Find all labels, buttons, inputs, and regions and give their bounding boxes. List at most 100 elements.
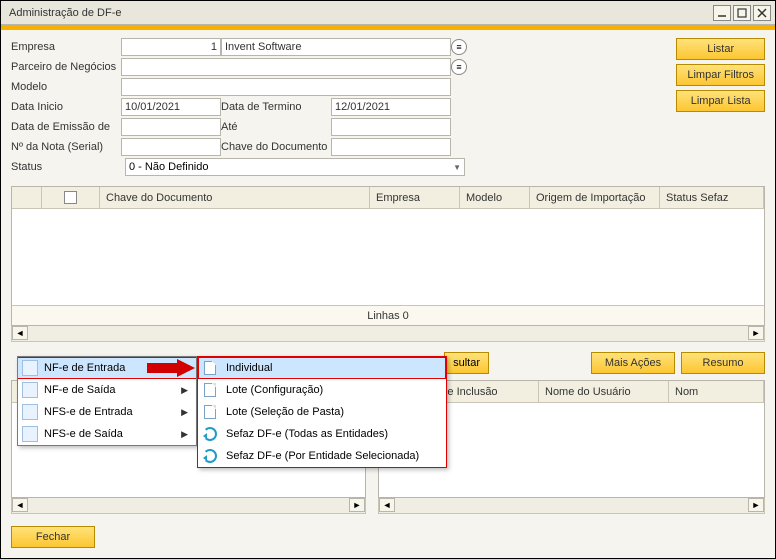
data-termino-label: Data de Termino (221, 99, 331, 115)
lower-left-hscroll[interactable]: ◄ ► (11, 498, 366, 514)
menu-item-label: NFS-e de Entrada (44, 406, 133, 418)
scroll-right-icon[interactable]: ► (349, 498, 365, 512)
scroll-right-icon[interactable]: ► (748, 326, 764, 340)
menu-item-nfse-saida[interactable]: NFS-e de Saída ▶ (18, 423, 196, 445)
menu-item-label: NF-e de Entrada (44, 362, 125, 374)
scroll-left-icon[interactable]: ◄ (12, 498, 28, 512)
main-grid-footer: Linhas 0 (12, 305, 764, 325)
parceiro-lookup-icon[interactable]: ≡ (451, 59, 467, 75)
limpar-filtros-button[interactable]: Limpar Filtros (676, 64, 765, 86)
minimize-icon (717, 8, 727, 18)
status-label: Status (11, 159, 121, 175)
data-inicio-field[interactable]: 10/01/2021 (121, 98, 221, 116)
main-grid: Chave do Documento Empresa Modelo Origem… (11, 186, 765, 326)
main-grid-hscroll[interactable]: ◄ ► (11, 326, 765, 342)
ate-field[interactable] (331, 118, 451, 136)
empresa-name-field[interactable]: Invent Software (221, 38, 451, 56)
resumo-button[interactable]: Resumo (681, 352, 765, 374)
submenu-item-lote-pasta[interactable]: Lote (Seleção de Pasta) (198, 401, 446, 423)
chevron-down-icon: ▼ (453, 163, 461, 172)
menu-item-label: NF-e de Saída (44, 384, 116, 396)
content-area: Empresa 1 Invent Software ≡ Parceiro de … (1, 30, 775, 558)
status-dropdown[interactable]: 0 - Não Definido ▼ (125, 158, 465, 176)
data-inicio-label: Data Inicio (11, 99, 121, 115)
window-controls (713, 5, 771, 21)
col-nome-usuario[interactable]: Nome do Usuário (539, 381, 669, 402)
submenu-item-label: Sefaz DF-e (Por Entidade Selecionada) (226, 450, 419, 462)
col-nome-partial[interactable]: Nom (669, 381, 764, 402)
col-origem[interactable]: Origem de Importação (530, 187, 660, 208)
data-emissao-label: Data de Emissão de (11, 119, 121, 135)
titlebar: Administração de DF-e (1, 1, 775, 25)
submenu-item-label: Individual (226, 362, 272, 374)
status-value: 0 - Não Definido (129, 161, 209, 173)
filter-form: Empresa 1 Invent Software ≡ Parceiro de … (11, 38, 491, 176)
document-out-icon (22, 382, 38, 398)
submenu-item-individual[interactable]: Individual (198, 357, 446, 379)
submenu-item-label: Lote (Seleção de Pasta) (226, 406, 344, 418)
menu-item-nfe-saida[interactable]: NF-e de Saída ▶ (18, 379, 196, 401)
main-grid-header: Chave do Documento Empresa Modelo Origem… (12, 187, 764, 209)
footer-area: Fechar (11, 526, 95, 548)
submenu-item-lote-config[interactable]: Lote (Configuração) (198, 379, 446, 401)
lower-right-hscroll[interactable]: ◄ ► (378, 498, 765, 514)
col-status-sefaz[interactable]: Status Sefaz (660, 187, 764, 208)
checkbox-header[interactable] (42, 187, 100, 208)
menu-item-nfse-entrada[interactable]: NFS-e de Entrada ▶ (18, 401, 196, 423)
select-all-checkbox[interactable] (64, 191, 77, 204)
maximize-button[interactable] (733, 5, 751, 21)
file-icon (202, 404, 218, 420)
chevron-right-icon: ▶ (181, 407, 188, 418)
document-out-icon (22, 426, 38, 442)
nota-label: Nº da Nota (Serial) (11, 139, 121, 155)
minimize-button[interactable] (713, 5, 731, 21)
data-emissao-field[interactable] (121, 118, 221, 136)
empresa-id-field[interactable]: 1 (121, 38, 221, 56)
refresh-icon (202, 448, 218, 464)
submenu-item-sefaz-todas[interactable]: Sefaz DF-e (Todas as Entidades) (198, 423, 446, 445)
file-icon (202, 382, 218, 398)
window-title: Administração de DF-e (9, 7, 122, 19)
consultar-button-partial[interactable]: sultar (444, 352, 489, 374)
limpar-lista-button[interactable]: Limpar Lista (676, 90, 765, 112)
file-icon (202, 360, 218, 376)
empresa-label: Empresa (11, 39, 121, 55)
mais-acoes-button[interactable]: Mais Ações (591, 352, 675, 374)
context-submenu-import-options: Individual Lote (Configuração) Lote (Sel… (197, 356, 447, 468)
submenu-item-label: Lote (Configuração) (226, 384, 323, 396)
parceiro-label: Parceiro de Negócios (11, 59, 121, 75)
modelo-field[interactable] (121, 78, 451, 96)
scroll-left-icon[interactable]: ◄ (12, 326, 28, 340)
fechar-button[interactable]: Fechar (11, 526, 95, 548)
document-in-icon (22, 404, 38, 420)
chevron-right-icon: ▶ (181, 385, 188, 396)
col-empresa[interactable]: Empresa (370, 187, 460, 208)
row-selector-header (12, 187, 42, 208)
document-in-icon (22, 360, 38, 376)
main-grid-body (12, 209, 764, 305)
chave-label: Chave do Documento (221, 139, 331, 155)
close-button[interactable] (753, 5, 771, 21)
chave-field[interactable] (331, 138, 451, 156)
maximize-icon (737, 8, 747, 18)
data-termino-field[interactable]: 12/01/2021 (331, 98, 451, 116)
close-icon (757, 8, 767, 18)
scroll-right-icon[interactable]: ► (748, 498, 764, 512)
submenu-item-sefaz-entidade[interactable]: Sefaz DF-e (Por Entidade Selecionada) (198, 445, 446, 467)
app-window: Administração de DF-e Empresa 1 Invent S… (0, 0, 776, 559)
annotation-arrow (147, 359, 195, 380)
listar-button[interactable]: Listar (676, 38, 765, 60)
parceiro-field[interactable] (121, 58, 451, 76)
nota-field[interactable] (121, 138, 221, 156)
action-buttons-col: Listar Limpar Filtros Limpar Lista (676, 38, 765, 112)
refresh-icon (202, 426, 218, 442)
chevron-right-icon: ▶ (181, 429, 188, 440)
scroll-left-icon[interactable]: ◄ (379, 498, 395, 512)
empresa-lookup-icon[interactable]: ≡ (451, 39, 467, 55)
filter-area: Empresa 1 Invent Software ≡ Parceiro de … (11, 38, 765, 176)
submenu-item-label: Sefaz DF-e (Todas as Entidades) (226, 428, 388, 440)
col-modelo[interactable]: Modelo (460, 187, 530, 208)
ate-label: Até (221, 119, 331, 135)
menu-item-label: NFS-e de Saída (44, 428, 123, 440)
col-chave[interactable]: Chave do Documento (100, 187, 370, 208)
